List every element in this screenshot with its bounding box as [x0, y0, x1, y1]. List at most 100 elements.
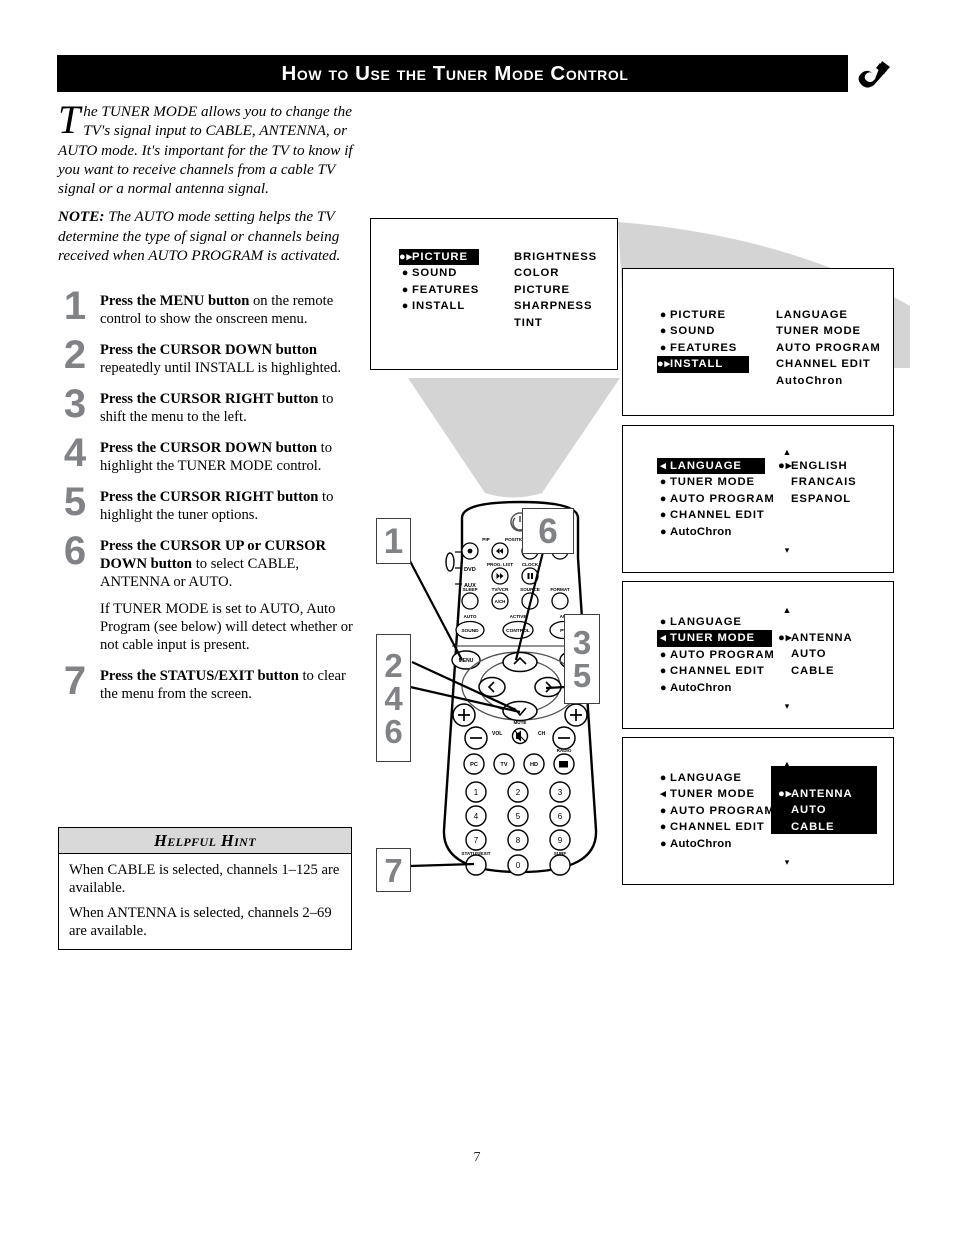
- osd-left-label: LANGUAGE: [670, 460, 742, 472]
- osd-right-item[interactable]: TINT: [501, 315, 597, 331]
- osd-left-item[interactable]: ●▸ INSTALL: [657, 356, 749, 373]
- osd-right-item[interactable]: CABLE: [778, 663, 853, 679]
- osd-left-item[interactable]: ● CHANNEL EDIT: [657, 663, 775, 679]
- osd-bullet: ●: [659, 476, 668, 489]
- osd-left-item[interactable]: ● CHANNEL EDIT: [657, 819, 775, 835]
- osd-bullet: ●: [659, 509, 668, 522]
- osd-left-item[interactable]: ● LANGUAGE: [657, 770, 775, 786]
- step-number: 7: [63, 659, 87, 704]
- step-item: 1 Press the MENU button on the remote co…: [58, 286, 358, 328]
- svg-text:TV/VCR: TV/VCR: [492, 587, 510, 592]
- osd-left-item[interactable]: ◂ TUNER MODE: [657, 786, 775, 802]
- osd-left-item[interactable]: ● CHANNEL EDIT: [657, 507, 775, 523]
- osd-right-item[interactable]: CHANNEL EDIT: [763, 356, 881, 372]
- svg-text:CH: CH: [538, 731, 546, 737]
- callout-label: 6: [384, 712, 403, 750]
- osd-right-item[interactable]: TUNER MODE: [763, 323, 881, 339]
- step-item: 3 Press the CURSOR RIGHT button to shift…: [58, 384, 358, 426]
- step-item: 6 Press the CURSOR UP or CURSOR DOWN but…: [58, 531, 358, 654]
- osd-left-item[interactable]: ◂ LANGUAGE: [657, 458, 765, 475]
- osd-left-label: SOUND: [412, 267, 458, 280]
- osd-left-item[interactable]: ● SOUND: [399, 265, 479, 281]
- hint-line-2: When ANTENNA is selected, channels 2–69 …: [69, 905, 332, 940]
- svg-text:MENU: MENU: [459, 658, 474, 664]
- osd-left-label: CHANNEL EDIT: [670, 509, 765, 522]
- scroll-up-icon: ▲: [782, 605, 792, 615]
- osd-right-item[interactable]: ESPANOL: [778, 491, 857, 507]
- hint-line-1: When CABLE is selected, channels 1–125 a…: [69, 862, 340, 897]
- osd-left-label: TUNER MODE: [670, 632, 755, 645]
- osd-right-item[interactable]: AUTO: [778, 802, 853, 818]
- intro-paragraph-text: he TUNER MODE allows you to change the T…: [58, 103, 353, 198]
- osd-left-label: CHANNEL EDIT: [670, 665, 765, 678]
- manual-page: How to Use the Tuner Mode Control The TU…: [0, 0, 954, 1235]
- callout-step-246: 2 4 6: [376, 634, 411, 762]
- osd-right-item[interactable]: AutoChron: [763, 373, 881, 389]
- step-number: 6: [63, 529, 87, 574]
- osd-right-item[interactable]: COLOR: [501, 265, 597, 281]
- osd-left-label: AutoChron: [670, 837, 732, 850]
- osd-right-item[interactable]: AUTO PROGRAM: [763, 340, 881, 356]
- osd-screen-tuner-options: ● LANGUAGE ◂ TUNER MODE ● AUTO PROGRAM ● CHA…: [622, 737, 894, 885]
- philips-hook-logo-icon: [848, 55, 897, 92]
- osd-left-item[interactable]: ● AUTO PROGRAM: [657, 491, 775, 507]
- svg-text:RADIO: RADIO: [557, 748, 572, 753]
- osd-bullet: ●: [401, 300, 410, 313]
- osd-left-label: AutoChron: [670, 681, 732, 694]
- osd-left-item[interactable]: ● FEATURES: [657, 340, 749, 356]
- osd-left-item[interactable]: ◂ TUNER MODE: [657, 630, 772, 647]
- svg-text:1: 1: [474, 788, 479, 797]
- osd-left-item[interactable]: ● AutoChron: [657, 680, 775, 696]
- helpful-hint-box: Helpful Hint When CABLE is selected, cha…: [58, 827, 352, 951]
- osd-right-item[interactable]: BRIGHTNESS: [501, 249, 597, 265]
- osd-bullet: ◂: [660, 460, 667, 472]
- osd-left-item[interactable]: ● LANGUAGE: [657, 614, 775, 630]
- step-text: Press the CURSOR DOWN button to highligh…: [100, 439, 358, 475]
- step-number: 2: [63, 333, 87, 378]
- svg-text:VOL: VOL: [492, 731, 502, 737]
- callout-step-7: 7: [376, 848, 411, 892]
- step-text: Press the CURSOR DOWN button repeatedly …: [100, 341, 358, 377]
- osd-right-item[interactable]: CABLE: [778, 819, 853, 835]
- step-number: 3: [63, 382, 87, 427]
- osd-right-item[interactable]: AUTO: [778, 646, 853, 662]
- osd-left-item[interactable]: ● FEATURES: [399, 282, 479, 298]
- step-number: 1: [63, 284, 87, 328]
- osd-right-item[interactable]: PICTURE: [501, 282, 597, 298]
- osd-left-item[interactable]: ●▸ PICTURE: [399, 249, 480, 266]
- intro-text: The TUNER MODE allows you to change the …: [58, 97, 358, 274]
- steps-list: 1 Press the MENU button on the remote co…: [58, 286, 358, 716]
- osd-left-item[interactable]: ● AutoChron: [657, 836, 775, 852]
- osd-screen-main-menu: ●▸ PICTURE ● SOUND ● FEATURES ● INSTALL BRIG…: [370, 218, 618, 370]
- intro-dropcap: T: [58, 97, 81, 142]
- osd-left-label: LANGUAGE: [670, 616, 742, 628]
- osd-left-item[interactable]: ● AutoChron: [657, 524, 775, 540]
- osd-left-item[interactable]: ● AUTO PROGRAM: [657, 803, 775, 819]
- osd-left-item[interactable]: ● PICTURE: [657, 307, 749, 323]
- osd-left-item[interactable]: ● TUNER MODE: [657, 474, 775, 490]
- osd-left-item[interactable]: ● INSTALL: [399, 298, 479, 314]
- osd-bullet: ●: [659, 325, 668, 338]
- osd-right-item[interactable]: ●▸ANTENNA: [778, 630, 853, 646]
- step-bold: Press the CURSOR DOWN button: [100, 342, 318, 359]
- svg-text:7: 7: [474, 836, 479, 845]
- osd-bullet: ●▸: [778, 632, 793, 644]
- osd-bullet: ●: [660, 525, 667, 538]
- osd-right-item[interactable]: SHARPNESS: [501, 298, 597, 314]
- osd-right-item[interactable]: ●▸ENGLISH: [778, 458, 857, 474]
- osd-left-label: TUNER MODE: [670, 788, 755, 801]
- osd-bullet: ●: [659, 821, 668, 834]
- osd-left-label: PICTURE: [670, 309, 726, 321]
- osd-left-item[interactable]: ● AUTO PROGRAM: [657, 647, 775, 663]
- step-bold: Press the CURSOR RIGHT button: [100, 391, 319, 408]
- callout-step-35: 3 5: [564, 614, 600, 704]
- callout-step-1: 1: [376, 518, 411, 564]
- intro-note: NOTE: The AUTO mode setting helps the TV…: [58, 207, 358, 265]
- step-text: Press the CURSOR UP or CURSOR DOWN butto…: [100, 537, 358, 654]
- osd-right-item[interactable]: ●▸ANTENNA: [778, 786, 853, 802]
- osd-right-item[interactable]: FRANCAIS: [778, 474, 857, 490]
- osd-left-label: FEATURES: [670, 341, 738, 354]
- osd-left-item[interactable]: ● SOUND: [657, 323, 749, 339]
- osd-bullet: ●: [401, 267, 410, 280]
- osd-right-item[interactable]: LANGUAGE: [763, 307, 881, 323]
